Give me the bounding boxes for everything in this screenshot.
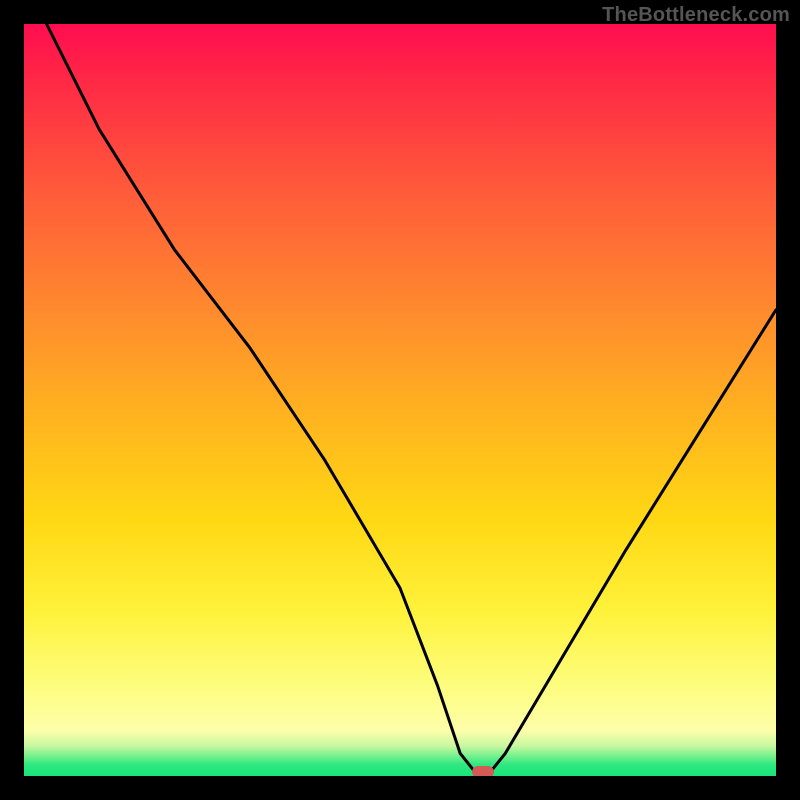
- watermark-text: TheBottleneck.com: [602, 4, 790, 27]
- optimum-marker: [472, 766, 494, 776]
- bottleneck-curve: [24, 24, 776, 776]
- plot-area: [24, 24, 776, 776]
- chart-frame: TheBottleneck.com: [0, 0, 800, 800]
